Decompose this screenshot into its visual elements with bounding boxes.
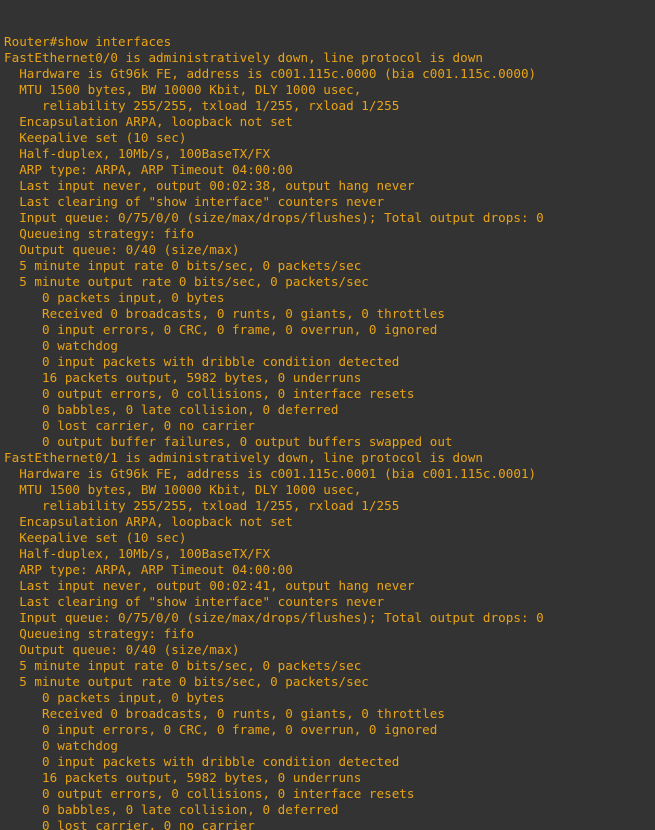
terminal-line: Router#show interfaces bbox=[4, 34, 172, 49]
terminal-line: 0 output errors, 0 collisions, 0 interfa… bbox=[4, 386, 415, 401]
terminal-line: 0 output buffer failures, 0 output buffe… bbox=[4, 434, 453, 449]
terminal-line: Output queue: 0/40 (size/max) bbox=[4, 242, 240, 257]
terminal-line: 0 input packets with dribble condition d… bbox=[4, 354, 400, 369]
terminal-line: Half-duplex, 10Mb/s, 100BaseTX/FX bbox=[4, 146, 271, 161]
terminal-console[interactable]: Router#show interfaces FastEthernet0/0 is… bbox=[0, 0, 655, 830]
terminal-line: Keepalive set (10 sec) bbox=[4, 530, 187, 545]
terminal-line: ARP type: ARPA, ARP Timeout 04:00:00 bbox=[4, 562, 293, 577]
terminal-line: Hardware is Gt96k FE, address is c001.11… bbox=[4, 66, 537, 81]
terminal-line: Keepalive set (10 sec) bbox=[4, 130, 187, 145]
terminal-line: Last clearing of "show interface" counte… bbox=[4, 194, 385, 209]
terminal-line: 16 packets output, 5982 bytes, 0 underru… bbox=[4, 370, 362, 385]
terminal-line: Last input never, output 00:02:41, outpu… bbox=[4, 578, 415, 593]
terminal-line: 0 packets input, 0 bytes bbox=[4, 690, 225, 705]
terminal-line: Hardware is Gt96k FE, address is c001.11… bbox=[4, 466, 537, 481]
terminal-line: Input queue: 0/75/0/0 (size/max/drops/fl… bbox=[4, 210, 544, 225]
terminal-line: 5 minute input rate 0 bits/sec, 0 packet… bbox=[4, 658, 362, 673]
terminal-line: FastEthernet0/0 is administratively down… bbox=[4, 50, 483, 65]
terminal-line: Received 0 broadcasts, 0 runts, 0 giants… bbox=[4, 306, 445, 321]
terminal-line: Queueing strategy: fifo bbox=[4, 226, 195, 241]
terminal-line: Last clearing of "show interface" counte… bbox=[4, 594, 385, 609]
terminal-line: 5 minute input rate 0 bits/sec, 0 packet… bbox=[4, 258, 362, 273]
terminal-line: 0 watchdog bbox=[4, 338, 119, 353]
terminal-line: 0 lost carrier, 0 no carrier bbox=[4, 818, 255, 830]
terminal-output: Router#show interfaces FastEthernet0/0 is… bbox=[4, 34, 655, 830]
terminal-line: 0 output errors, 0 collisions, 0 interfa… bbox=[4, 786, 415, 801]
terminal-line: Received 0 broadcasts, 0 runts, 0 giants… bbox=[4, 706, 445, 721]
terminal-line: reliability 255/255, txload 1/255, rxloa… bbox=[4, 98, 400, 113]
terminal-line: 0 input packets with dribble condition d… bbox=[4, 754, 400, 769]
terminal-line: 16 packets output, 5982 bytes, 0 underru… bbox=[4, 770, 362, 785]
terminal-line: 0 lost carrier, 0 no carrier bbox=[4, 418, 255, 433]
terminal-line: Last input never, output 00:02:38, outpu… bbox=[4, 178, 415, 193]
terminal-line: 5 minute output rate 0 bits/sec, 0 packe… bbox=[4, 274, 369, 289]
terminal-line: 0 babbles, 0 late collision, 0 deferred bbox=[4, 402, 339, 417]
terminal-line: ARP type: ARPA, ARP Timeout 04:00:00 bbox=[4, 162, 293, 177]
terminal-line: 0 input errors, 0 CRC, 0 frame, 0 overru… bbox=[4, 722, 438, 737]
terminal-line: Output queue: 0/40 (size/max) bbox=[4, 642, 240, 657]
terminal-line: Half-duplex, 10Mb/s, 100BaseTX/FX bbox=[4, 546, 271, 561]
terminal-line: Encapsulation ARPA, loopback not set bbox=[4, 114, 293, 129]
terminal-line: MTU 1500 bytes, BW 10000 Kbit, DLY 1000 … bbox=[4, 482, 362, 497]
terminal-line: Encapsulation ARPA, loopback not set bbox=[4, 514, 293, 529]
terminal-line: 0 babbles, 0 late collision, 0 deferred bbox=[4, 802, 339, 817]
terminal-line: 0 watchdog bbox=[4, 738, 119, 753]
terminal-line: reliability 255/255, txload 1/255, rxloa… bbox=[4, 498, 400, 513]
terminal-line: MTU 1500 bytes, BW 10000 Kbit, DLY 1000 … bbox=[4, 82, 362, 97]
terminal-line: Input queue: 0/75/0/0 (size/max/drops/fl… bbox=[4, 610, 544, 625]
terminal-line: 0 input errors, 0 CRC, 0 frame, 0 overru… bbox=[4, 322, 438, 337]
terminal-line: 0 packets input, 0 bytes bbox=[4, 290, 225, 305]
terminal-line: Queueing strategy: fifo bbox=[4, 626, 195, 641]
terminal-line: FastEthernet0/1 is administratively down… bbox=[4, 450, 483, 465]
terminal-line: 5 minute output rate 0 bits/sec, 0 packe… bbox=[4, 674, 369, 689]
